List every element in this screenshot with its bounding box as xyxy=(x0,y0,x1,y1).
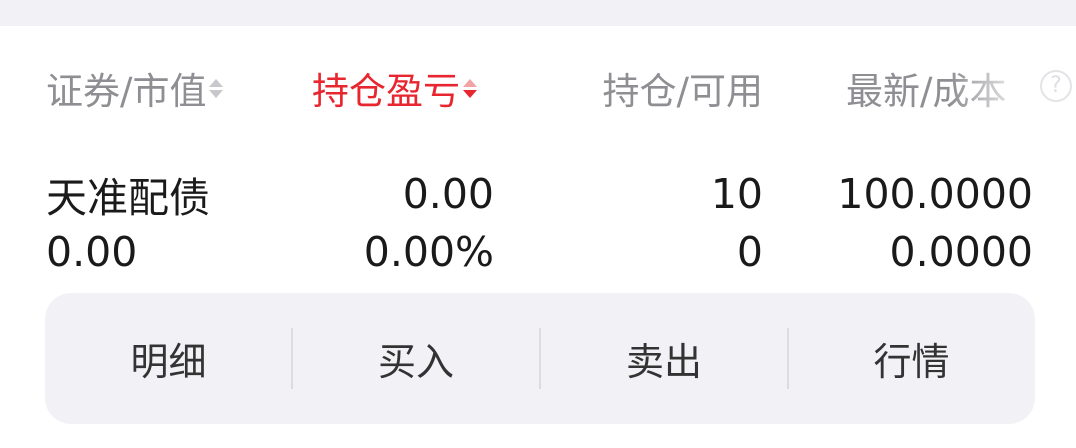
latest-price: 100.0000 xyxy=(837,170,1033,218)
sort-icon xyxy=(209,78,224,98)
details-button[interactable]: 明细 xyxy=(45,293,292,424)
sort-down-arrow-icon xyxy=(463,89,477,98)
help-icon[interactable]: ? xyxy=(1040,70,1072,102)
header-security-label: 证券/市值 xyxy=(46,70,207,113)
sell-button[interactable]: 卖出 xyxy=(540,293,788,424)
pnl-ratio: 0.00% xyxy=(363,228,494,276)
header-holding-label: 持仓/可用 xyxy=(602,70,763,113)
cost-price: 0.0000 xyxy=(889,228,1033,276)
available-quantity: 0 xyxy=(736,228,763,276)
positions-table-header: 证券/市值 持仓盈亏 持仓/可用 最新/成本 xyxy=(0,60,1076,116)
header-holding-available: 持仓/可用 xyxy=(603,60,763,116)
table-row[interactable]: 天准配债 0.00 10 100.0000 xyxy=(0,166,1076,222)
buy-button[interactable]: 买入 xyxy=(292,293,540,424)
sort-down-arrow-icon xyxy=(209,89,224,98)
holding-quantity: 10 xyxy=(710,170,763,218)
sort-up-arrow-icon xyxy=(209,78,224,87)
table-row-secondary[interactable]: 0.00 0.00% 0 0.0000 xyxy=(0,224,1076,280)
security-name: 天准配债 xyxy=(46,174,210,222)
market-value: 0.00 xyxy=(46,228,138,276)
header-security-market-value[interactable]: 证券/市值 xyxy=(46,60,224,116)
position-action-bar: 明细 买入 卖出 行情 xyxy=(45,293,1035,424)
quote-button[interactable]: 行情 xyxy=(788,293,1035,424)
header-latest-label: 最新/成本 xyxy=(846,70,1007,113)
sort-up-arrow-icon xyxy=(463,78,477,87)
top-separator-band xyxy=(0,0,1076,26)
header-pnl-label: 持仓盈亏 xyxy=(312,70,460,113)
header-position-pnl[interactable]: 持仓盈亏 xyxy=(312,60,477,116)
sort-desc-active-icon xyxy=(463,78,477,98)
position-pnl: 0.00 xyxy=(402,170,494,218)
